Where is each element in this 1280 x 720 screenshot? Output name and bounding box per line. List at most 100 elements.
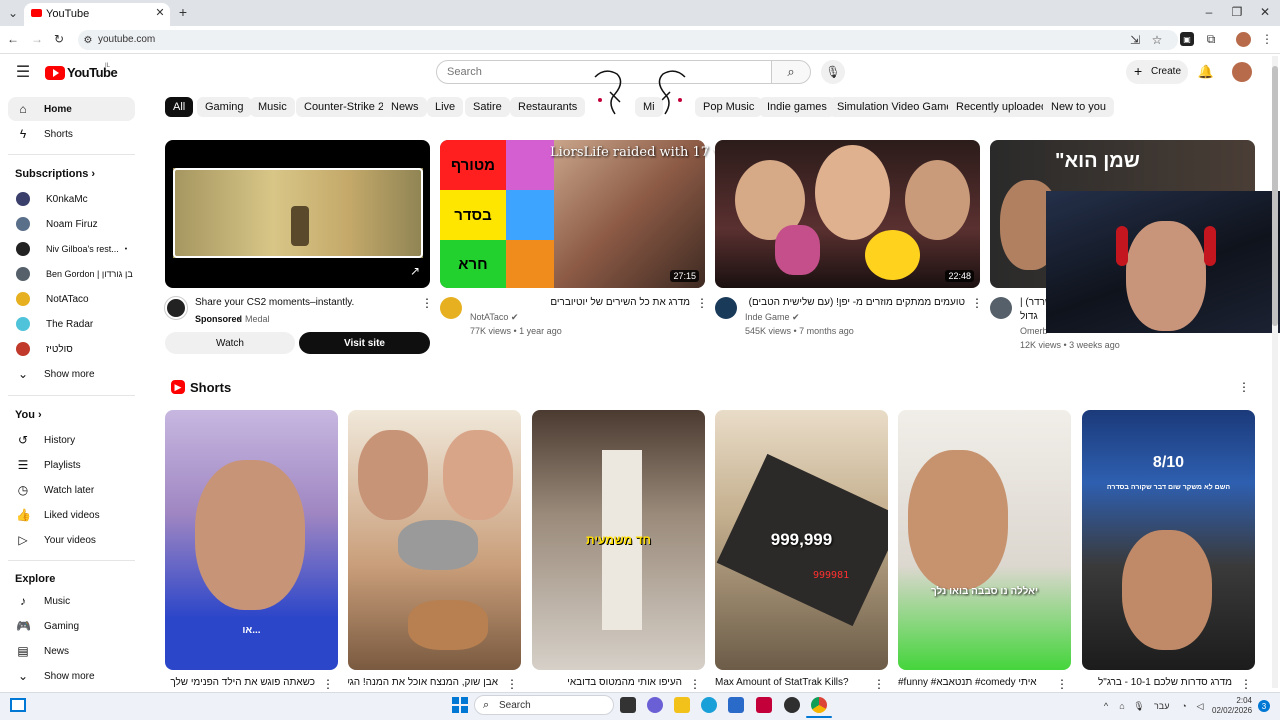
close-window-icon[interactable]: ✕ — [1258, 5, 1272, 19]
chip-news[interactable]: News — [383, 97, 427, 117]
minimize-icon[interactable]: – — [1202, 5, 1216, 19]
sidebar-item-liked-videos[interactable]: 👍 Liked videos — [8, 503, 135, 527]
channel-name[interactable]: Omerb — [1020, 326, 1048, 336]
network-icon[interactable]: ⌂ — [1116, 700, 1128, 712]
show-more-explore[interactable]: ⌄ Show more — [8, 664, 135, 688]
sidebar-sub-item[interactable]: The Radar — [8, 312, 135, 336]
tab-list-chevron-icon[interactable]: ⌄ — [6, 6, 20, 20]
video-thumbnail[interactable]: 22:48 — [715, 140, 980, 288]
sidebar-sub-item[interactable]: Ben Gordon | בן גורדון — [8, 262, 135, 286]
short-thumbnail[interactable] — [348, 410, 521, 670]
video-title[interactable]: טועמים ממתקים מוזרים מ- יפן! (עם שלישית … — [745, 297, 965, 309]
short-title[interactable]: #funny #תנטאבא #comedy איתי — [898, 677, 1048, 688]
more-actions-icon[interactable]: ⋮ — [696, 296, 708, 310]
more-actions-icon[interactable]: ⋮ — [322, 677, 334, 691]
hamburger-menu-icon[interactable]: ☰ — [14, 64, 32, 81]
more-actions-icon[interactable]: ⋮ — [689, 677, 701, 691]
site-info-icon[interactable]: ⚙ — [81, 33, 95, 47]
more-actions-icon[interactable]: ⋮ — [1238, 380, 1250, 394]
short-title[interactable]: אבן שוק, המנצח אוכל את המנה! הגענו — [348, 677, 498, 688]
browser-menu-icon[interactable]: ⋮ — [1260, 32, 1274, 46]
reload-icon[interactable]: ↻ — [52, 32, 66, 46]
chip-satire[interactable]: Satire — [465, 97, 510, 117]
taskbar-search-box[interactable]: ⌕ Search — [474, 695, 614, 715]
sidebar-item-your-videos[interactable]: ▷ Your videos — [8, 528, 135, 552]
new-tab-icon[interactable]: + — [176, 4, 190, 20]
more-actions-icon[interactable]: ⋮ — [971, 296, 983, 310]
mic-icon[interactable]: 🎙 — [1133, 700, 1145, 712]
address-bar[interactable]: ⚙ youtube.com ⇲ ☆ — [78, 30, 1178, 50]
account-avatar[interactable] — [1232, 62, 1252, 82]
chip-new-to-you[interactable]: New to you — [1043, 97, 1115, 117]
short-title[interactable]: מדרג סדרות שלכם 10-1 - ברג"ל — [1082, 677, 1232, 688]
sidebar-sub-item[interactable]: Niv Gilboa's rest... • — [8, 237, 135, 261]
sidebar-item-music[interactable]: ♪ Music — [8, 589, 135, 613]
sidebar-item-watch-later[interactable]: ◷ Watch later — [8, 478, 135, 502]
chip-simulation-video-games[interactable]: Simulation Video Games — [829, 97, 966, 117]
task-view-icon[interactable] — [620, 697, 636, 713]
desktop-icon[interactable] — [10, 698, 26, 712]
short-title[interactable]: העיפו אותי מהמטוס בדובאי — [532, 677, 682, 688]
page-scrollbar[interactable] — [1272, 56, 1278, 688]
browser-tab[interactable]: YouTube ✕ — [24, 3, 170, 26]
short-thumbnail[interactable]: 8/10 השם לא משקר שום דבר שקורה בסדרה — [1082, 410, 1255, 670]
sidebar-item-shorts[interactable]: ϟ Shorts — [8, 122, 135, 146]
show-more-subscriptions[interactable]: ⌄ Show more — [8, 362, 135, 386]
profile-avatar-icon[interactable] — [1236, 32, 1251, 47]
search-button[interactable]: ⌕ — [771, 60, 811, 84]
sidebar-item-gaming[interactable]: 🎮 Gaming — [8, 614, 135, 638]
volume-icon[interactable]: ◁ — [1194, 700, 1206, 712]
chip-gaming[interactable]: Gaming — [197, 97, 252, 117]
subscriptions-heading[interactable]: Subscriptions › — [15, 168, 95, 180]
extension-icon[interactable]: ▣ — [1180, 32, 1194, 46]
close-tab-icon[interactable]: ✕ — [154, 6, 166, 19]
short-thumbnail[interactable]: 999,999 999981 — [715, 410, 888, 670]
more-actions-icon[interactable]: ⋮ — [873, 677, 885, 691]
more-actions-icon[interactable]: ⋮ — [1056, 677, 1068, 691]
channel-avatar[interactable] — [440, 297, 462, 319]
extensions-puzzle-icon[interactable]: ⧉ — [1204, 32, 1218, 46]
sidebar-item-news[interactable]: ▤ News — [8, 639, 135, 663]
chip-live[interactable]: Live — [427, 97, 464, 117]
more-actions-icon[interactable]: ⋮ — [1240, 677, 1252, 691]
windows-start-icon[interactable] — [452, 697, 468, 713]
chip-all[interactable]: All — [165, 97, 194, 117]
youtube-logo[interactable]: YouTube IL — [45, 63, 118, 81]
chip-music[interactable]: Music — [250, 97, 295, 117]
keyboard-language[interactable]: עבר — [1154, 701, 1169, 711]
clock[interactable]: 2:04 02/02/2026 — [1212, 696, 1252, 716]
medal-logo-icon[interactable] — [164, 296, 188, 320]
back-icon[interactable]: ← — [6, 32, 20, 46]
video-title[interactable]: מדרג את כל השירים של יוטיוברים — [470, 297, 690, 309]
short-thumbnail[interactable]: או... — [165, 410, 338, 670]
channel-avatar[interactable] — [990, 297, 1012, 319]
channel-avatar[interactable] — [715, 297, 737, 319]
show-hidden-icons-icon[interactable]: ^ — [1100, 700, 1112, 712]
forward-icon[interactable]: → — [30, 32, 44, 46]
channel-name[interactable]: NotATaco ✔ — [470, 312, 518, 323]
create-button[interactable]: + Create — [1126, 60, 1188, 84]
channel-name[interactable]: Medal — [245, 314, 270, 324]
chip-indie-games[interactable]: Indie games — [759, 97, 835, 117]
sidebar-sub-item[interactable]: Noam Firuz — [8, 212, 135, 236]
sidebar-sub-item[interactable]: K0nkaMc — [8, 187, 135, 211]
short-title[interactable]: כשאתה פוגש את הילד הפנימי שלך — [165, 677, 315, 688]
obs-icon[interactable] — [784, 697, 800, 713]
maximize-icon[interactable]: ❐ — [1230, 5, 1244, 19]
chrome-icon[interactable] — [811, 697, 827, 713]
wifi-icon[interactable]: ◔ — [1178, 700, 1190, 712]
video-title[interactable]: Share your CS2 moments–instantly. — [195, 297, 354, 309]
chip-counter-strike-2[interactable]: Counter-Strike 2 — [296, 97, 393, 117]
scrollbar-thumb[interactable] — [1272, 66, 1278, 326]
sidebar-sub-item[interactable]: NotATaco — [8, 287, 135, 311]
more-actions-icon[interactable]: ⋮ — [506, 677, 518, 691]
visit-site-button[interactable]: Visit site — [299, 332, 430, 354]
file-explorer-icon[interactable] — [674, 697, 690, 713]
watch-button[interactable]: Watch — [165, 332, 295, 354]
install-app-icon[interactable]: ⇲ — [1128, 33, 1142, 47]
video-thumbnail[interactable]: מטורף בסדר חרא 27:15 — [440, 140, 705, 288]
you-heading[interactable]: You › — [15, 409, 42, 421]
sidebar-item-home[interactable]: ⌂ Home — [8, 97, 135, 121]
app-icon[interactable] — [756, 697, 772, 713]
notification-badge[interactable]: 3 — [1258, 700, 1270, 712]
